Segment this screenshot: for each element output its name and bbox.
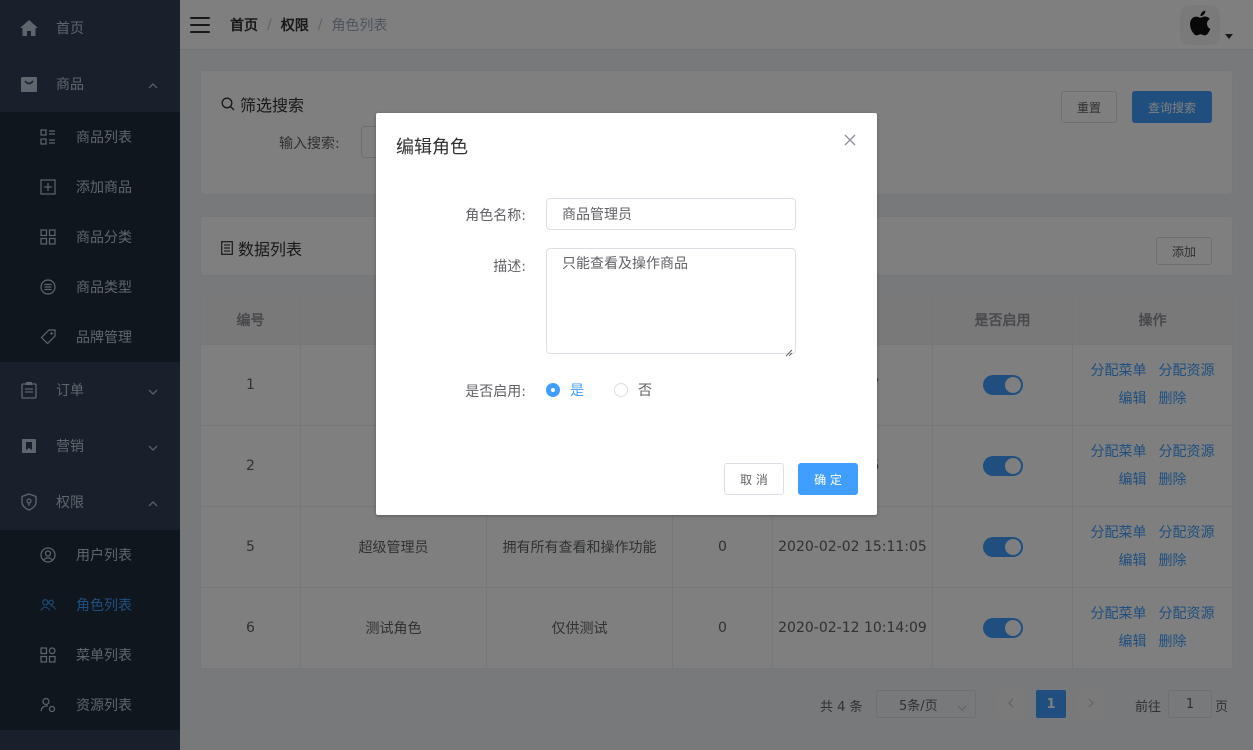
- radio-yes[interactable]: 是: [546, 380, 584, 400]
- description-label: 描述:: [493, 259, 526, 275]
- radio-unchecked-icon: [614, 383, 628, 397]
- enabled-radio-group: 是 否: [546, 380, 682, 400]
- dialog-title: 编辑角色: [396, 137, 468, 158]
- radio-no-label: 否: [638, 383, 652, 399]
- cancel-button[interactable]: 取 消: [724, 463, 784, 495]
- close-icon[interactable]: [843, 133, 857, 147]
- description-text: 只能查看及操作商品: [562, 256, 688, 272]
- radio-checked-icon: [546, 383, 560, 397]
- description-textarea[interactable]: 只能查看及操作商品: [546, 248, 796, 357]
- resize-handle-icon[interactable]: [785, 343, 793, 357]
- radio-no[interactable]: 否: [614, 380, 652, 400]
- radio-yes-label: 是: [570, 383, 584, 399]
- enabled-label: 是否启用:: [465, 384, 526, 400]
- confirm-button[interactable]: 确 定: [798, 463, 858, 495]
- role-name-label: 角色名称:: [465, 208, 526, 224]
- edit-role-dialog: 编辑角色 角色名称: 商品管理员 描述: 只能查看及操作商品 是否启用: 是 否…: [376, 113, 877, 515]
- role-name-input[interactable]: 商品管理员: [546, 198, 796, 230]
